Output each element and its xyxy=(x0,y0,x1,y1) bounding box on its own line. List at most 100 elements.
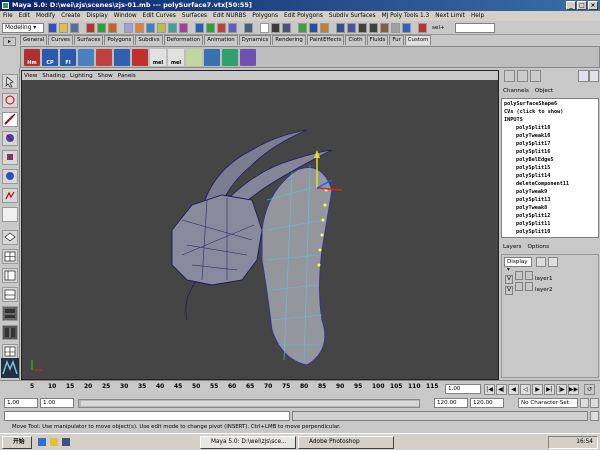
mask-icon-6[interactable] xyxy=(179,23,188,33)
layout-toggle-icon-3[interactable] xyxy=(530,70,541,82)
tool-shelf-icon-1[interactable] xyxy=(78,49,94,66)
uv-layout-icon[interactable] xyxy=(2,344,18,359)
layers-menu-options[interactable]: Options xyxy=(528,244,550,253)
tab-painteffects[interactable]: PaintEffects xyxy=(306,35,345,45)
taskbar-item-maya[interactable]: Maya 5.0: D:\wei\zjs\sce... xyxy=(200,436,296,449)
single-layout-icon[interactable] xyxy=(2,230,18,245)
select-object-icon[interactable] xyxy=(97,23,106,33)
layer-display-dropdown[interactable]: Display ▾ xyxy=(504,257,532,273)
lasso-tool-icon[interactable] xyxy=(2,93,18,108)
input-node[interactable]: polyTweak10 xyxy=(504,132,596,140)
end-time-field[interactable]: 120.00 xyxy=(470,398,504,408)
input-node[interactable]: polySplit11 xyxy=(504,220,596,228)
input-node[interactable]: polyTweak8 xyxy=(504,204,596,212)
snap-view-icon[interactable] xyxy=(228,23,237,33)
viewport-menu-show[interactable]: Show xyxy=(98,73,113,79)
viewport-menu-view[interactable]: View xyxy=(24,73,37,79)
range-slider-bar[interactable] xyxy=(78,399,420,408)
menu-edit-curves[interactable]: Edit Curves xyxy=(143,13,176,19)
layers-menu-layers[interactable]: Layers xyxy=(503,244,522,253)
range-start-field[interactable]: 1.00 xyxy=(40,398,74,408)
input-node[interactable]: polyBelEdge5 xyxy=(504,156,596,164)
persp-graph-layout-icon[interactable] xyxy=(2,287,18,302)
scale-tool-icon[interactable] xyxy=(2,150,18,165)
tab-deformation[interactable]: Deformation xyxy=(163,35,204,45)
menu-display[interactable]: Display xyxy=(86,13,107,19)
tool-shelf-icon-3[interactable] xyxy=(114,49,130,66)
channels-menu-object[interactable]: Object xyxy=(535,88,553,97)
tab-fluids[interactable]: Fluids xyxy=(366,35,389,45)
menu-create[interactable]: Create xyxy=(61,13,80,19)
open-scene-icon[interactable] xyxy=(59,23,68,33)
auto-key-icon[interactable] xyxy=(590,398,599,408)
input-node[interactable]: polySplit18 xyxy=(504,124,596,132)
tab-curves[interactable]: Curves xyxy=(48,35,73,45)
mel-shelf-icon-1[interactable]: mel xyxy=(150,49,166,66)
input-node[interactable]: polySplit10 xyxy=(504,228,596,236)
tab-rendering[interactable]: Rendering xyxy=(272,35,306,45)
layer-row[interactable]: Vlayer1 xyxy=(505,271,597,284)
head-model-mesh[interactable] xyxy=(22,80,498,379)
layer-type-toggle[interactable] xyxy=(515,271,523,280)
perspective-viewport[interactable]: View Shading Lighting Show Panels xyxy=(21,70,499,380)
select-component-icon[interactable] xyxy=(108,23,117,33)
taskbar-item-photoshop[interactable]: Adobe Photoshop xyxy=(298,436,394,449)
tool-shelf-icon-6[interactable] xyxy=(204,49,220,66)
attribute-icon[interactable] xyxy=(320,23,329,33)
anim-prefs-button[interactable]: ↺ xyxy=(584,384,595,395)
channel-box[interactable]: polySurfaceShape6 CVs (click to show) IN… xyxy=(501,98,599,238)
key-icon[interactable] xyxy=(580,398,589,408)
layer-color-swatch[interactable] xyxy=(525,282,533,291)
range-slider-handle[interactable] xyxy=(81,401,419,406)
character-set-dropdown[interactable]: No Character Set xyxy=(518,398,578,408)
minimize-button[interactable]: _ xyxy=(566,1,576,10)
mel-shelf-icon-2[interactable]: mel xyxy=(168,49,184,66)
menu-edit[interactable]: Edit xyxy=(19,13,30,19)
tab-animation[interactable]: Animation xyxy=(204,35,238,45)
viewport-menu-lighting[interactable]: Lighting xyxy=(70,73,93,79)
channels-menu-channels[interactable]: Channels xyxy=(503,88,529,97)
hypershade-layout-icon[interactable] xyxy=(2,306,18,321)
select-tool-icon[interactable] xyxy=(2,74,18,89)
cvs-toggle[interactable]: CVs (click to show) xyxy=(504,108,596,116)
move-tool-icon[interactable] xyxy=(2,112,18,127)
tool-shelf-icon-8[interactable] xyxy=(240,49,256,66)
clapper-icon-2[interactable] xyxy=(369,23,378,33)
manipulator-tool-icon[interactable] xyxy=(2,169,18,184)
menu-next-limit[interactable]: Next Limit xyxy=(435,13,465,19)
tab-polygons[interactable]: Polygons xyxy=(104,35,135,45)
script-editor-icon[interactable] xyxy=(590,411,599,421)
tool-shelf-icon-5[interactable] xyxy=(186,49,202,66)
viewport-menu-shading[interactable]: Shading xyxy=(42,73,65,79)
next-key-button[interactable]: ▶| xyxy=(544,384,555,395)
tool-icon[interactable] xyxy=(391,23,400,33)
layer-row[interactable]: Vlayer2 xyxy=(505,282,597,295)
menu-help[interactable]: Help xyxy=(471,13,484,19)
graph-icon[interactable] xyxy=(380,23,389,33)
layout-toggle-icon-1[interactable] xyxy=(504,70,515,82)
input-node[interactable]: polySplit15 xyxy=(504,164,596,172)
snap-point-icon[interactable] xyxy=(217,23,226,33)
mask-icon-5[interactable] xyxy=(168,23,177,33)
layer-color-swatch[interactable] xyxy=(525,271,533,280)
sel-icon[interactable] xyxy=(418,23,427,33)
render-view-icon[interactable] xyxy=(260,23,269,33)
step-back-button[interactable]: ◀| xyxy=(496,384,507,395)
mask-icon-4[interactable] xyxy=(157,23,166,33)
uv-icon[interactable] xyxy=(402,23,411,33)
layer-visibility-toggle[interactable]: V xyxy=(505,286,513,295)
menu-file[interactable]: File xyxy=(3,13,13,19)
ipr-render-icon[interactable] xyxy=(282,23,291,33)
tab-subdivs[interactable]: Subdivs xyxy=(135,35,163,45)
menu-surfaces[interactable]: Surfaces xyxy=(182,13,207,19)
render-globals-icon[interactable] xyxy=(298,23,307,33)
select-hierarchy-icon[interactable] xyxy=(86,23,95,33)
tab-surfaces[interactable]: Surfaces xyxy=(73,35,104,45)
attribute-editor-icon[interactable] xyxy=(578,70,589,82)
menu-subdiv-surfaces[interactable]: Subdiv Surfaces xyxy=(329,13,376,19)
tool-shelf-icon-7[interactable] xyxy=(222,49,238,66)
snap-curve-icon[interactable] xyxy=(206,23,215,33)
mask-icon-2[interactable] xyxy=(135,23,144,33)
new-layer-selected-icon[interactable] xyxy=(548,257,558,267)
prev-key-button[interactable]: ◀ xyxy=(508,384,519,395)
